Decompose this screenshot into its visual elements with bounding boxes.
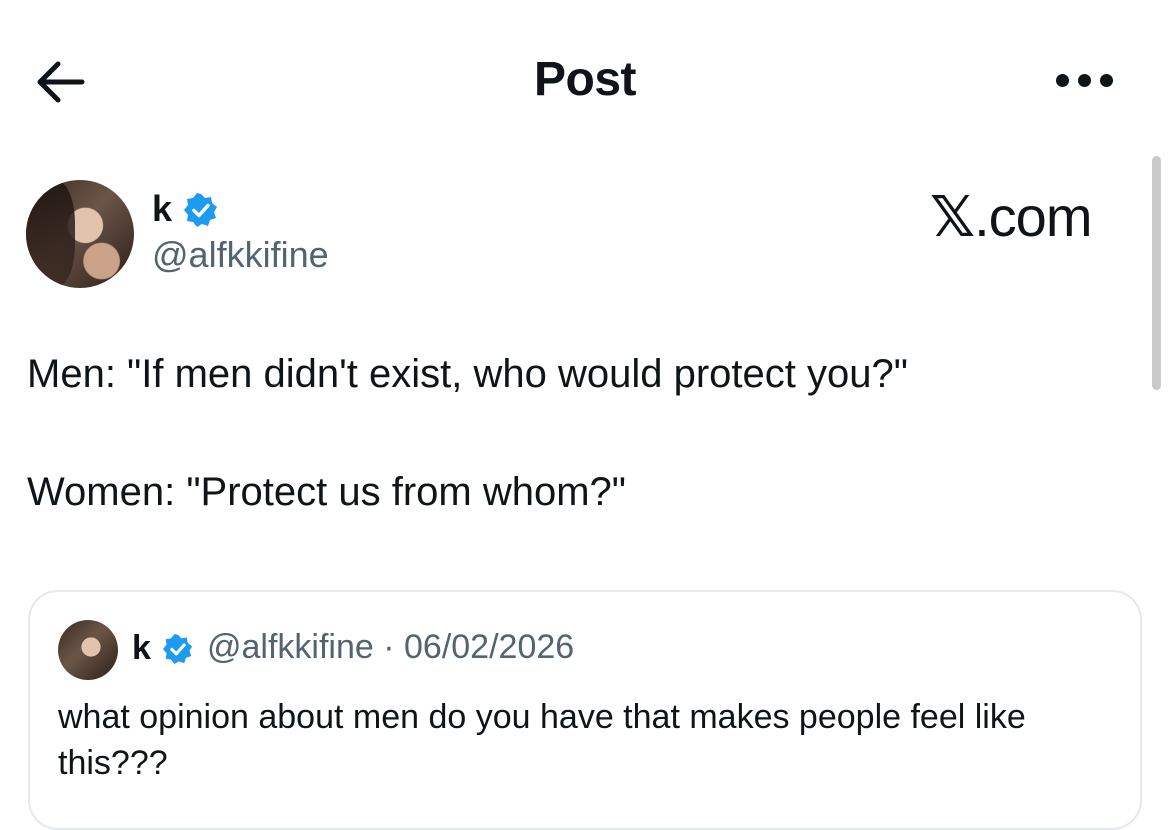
more-horizontal-icon (1056, 74, 1069, 87)
verified-badge-icon (184, 193, 217, 227)
x-logo-icon: 𝕏 (930, 185, 975, 248)
x-com-watermark: 𝕏.com (930, 184, 1092, 250)
post-text-line: Men: "If men didn't exist, who would pro… (27, 352, 908, 396)
quote-meta: @alfkkifine · 06/02/2026 (207, 628, 575, 666)
page-title: Post (533, 53, 637, 106)
more-options-button[interactable] (1052, 66, 1122, 96)
author-display-name[interactable]: k (152, 188, 172, 230)
top-bar: Post (0, 0, 1170, 160)
author-avatar[interactable] (26, 180, 134, 288)
quote-text: what opinion about men do you have that … (58, 698, 1026, 782)
quote-author-name: k (132, 629, 151, 667)
quote-author-avatar (58, 620, 118, 680)
watermark-text: .com (974, 185, 1092, 248)
verified-badge-icon (163, 634, 193, 664)
post-text-line: Women: "Protect us from whom?" (27, 470, 626, 514)
scrollbar[interactable] (1152, 156, 1161, 390)
author-handle[interactable]: @alfkkifine (152, 234, 329, 276)
